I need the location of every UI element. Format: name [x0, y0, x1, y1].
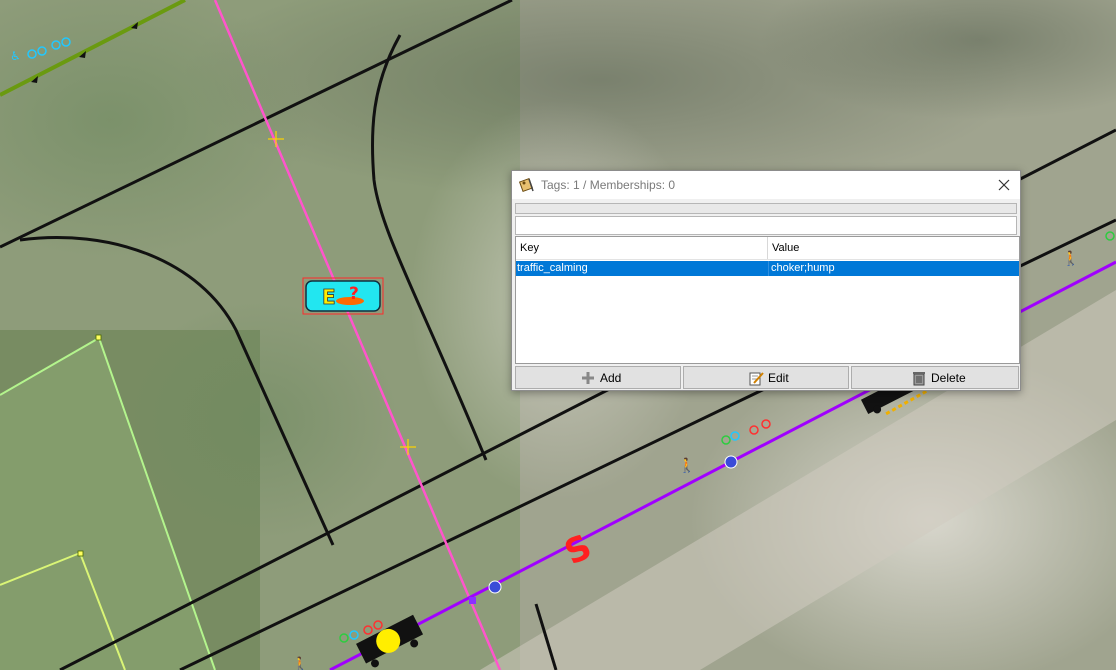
add-button[interactable]: Add	[515, 366, 681, 389]
node-icon[interactable]	[469, 597, 476, 604]
node-icon[interactable]	[77, 550, 84, 557]
filter-bar[interactable]	[515, 203, 1017, 214]
tag-dialog[interactable]: Tags: 1 / Memberships: 0 Key Value traff…	[511, 170, 1021, 391]
node-icon[interactable]	[95, 334, 102, 341]
plus-icon	[580, 370, 596, 386]
svg-text:♿: ♿	[10, 49, 21, 63]
delete-button-label: Delete	[931, 371, 966, 385]
edit-icon	[748, 370, 764, 386]
delete-button[interactable]: Delete	[851, 366, 1019, 389]
tag-value-cell[interactable]: choker;hump	[768, 261, 1022, 276]
node-icon[interactable]	[488, 580, 502, 594]
close-icon[interactable]	[994, 175, 1014, 195]
table-header: Key Value	[516, 237, 1019, 260]
pedestrian-icon: 🚶	[292, 656, 308, 670]
tag-key-cell[interactable]: traffic_calming	[516, 261, 769, 276]
edit-button[interactable]: Edit	[683, 366, 849, 389]
table-row[interactable]: traffic_calming choker;hump	[516, 261, 1019, 276]
tag-table[interactable]: Key Value traffic_calming choker;hump	[515, 236, 1020, 364]
poi-emergency-icon[interactable]: E ?	[302, 277, 384, 315]
tag-icon	[518, 177, 535, 193]
trash-icon	[911, 370, 927, 386]
search-input[interactable]	[515, 216, 1017, 235]
svg-text:E: E	[322, 285, 336, 309]
dialog-title: Tags: 1 / Memberships: 0	[541, 178, 676, 192]
column-header-value[interactable]: Value	[768, 237, 1019, 259]
dialog-titlebar[interactable]: Tags: 1 / Memberships: 0	[512, 171, 1020, 199]
svg-text:?: ?	[349, 284, 359, 304]
pedestrian-icon: 🚶	[678, 457, 695, 474]
edit-button-label: Edit	[768, 371, 789, 385]
column-header-key[interactable]: Key	[516, 237, 768, 259]
pedestrian-icon: 🚶	[1062, 250, 1079, 267]
add-button-label: Add	[600, 371, 622, 385]
node-icon[interactable]	[724, 455, 738, 469]
